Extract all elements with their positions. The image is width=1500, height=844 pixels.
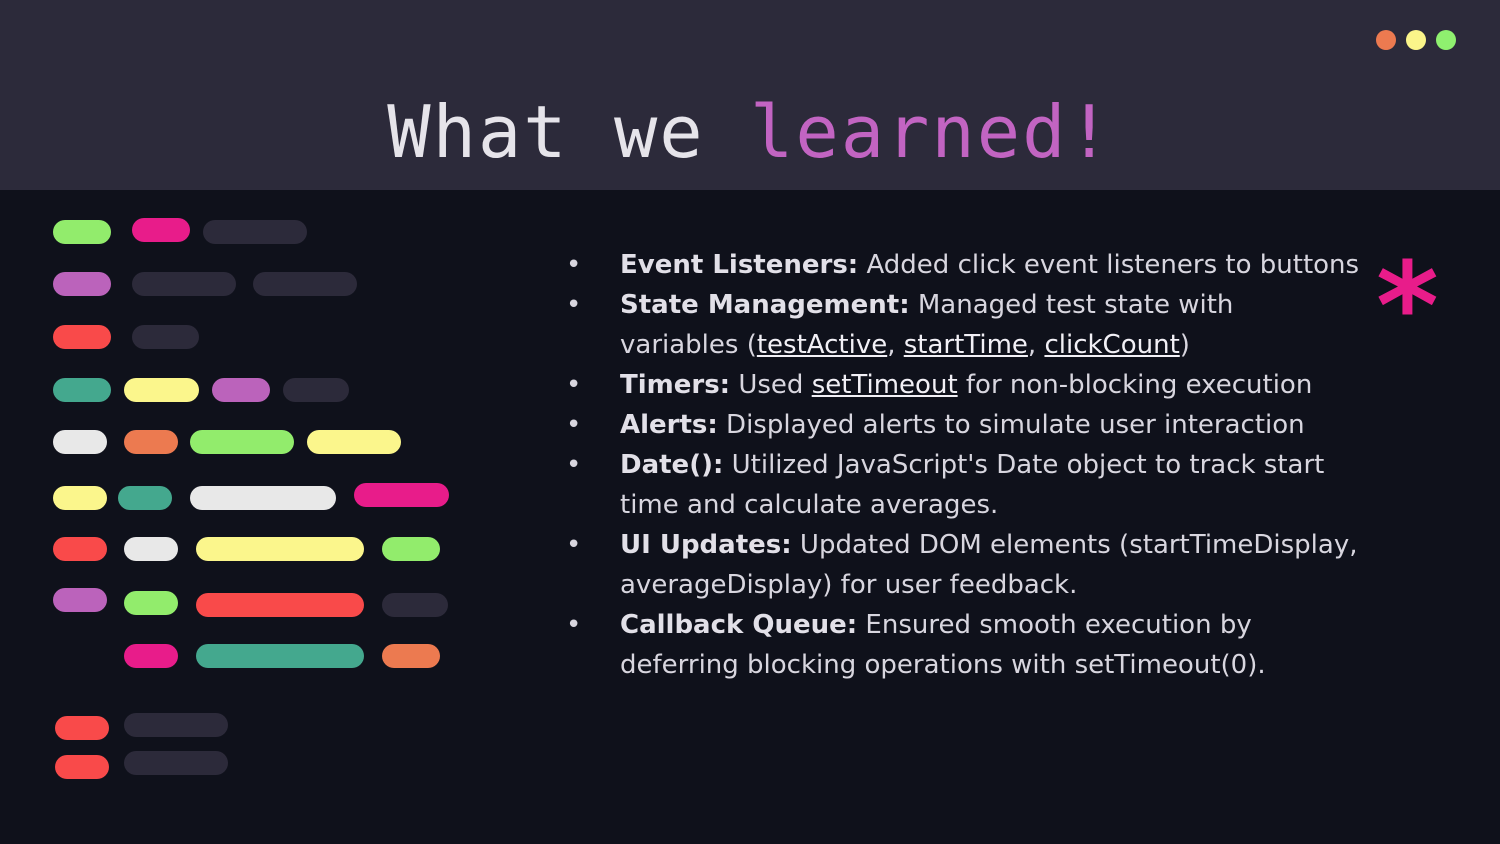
- item-tail: for non-blocking execution: [957, 370, 1313, 400]
- code-line-pill: [124, 751, 228, 775]
- list-item: • UI Updates: Updated DOM elements (start…: [560, 525, 1360, 605]
- code-line-pill: [190, 430, 294, 454]
- code-line-pill: [53, 537, 107, 561]
- list-item: • Alerts: Displayed alerts to simulate us…: [560, 405, 1360, 445]
- item-tail: ): [1179, 330, 1190, 360]
- code-line-pill: [212, 378, 270, 402]
- item-heading: Callback Queue:: [620, 610, 858, 640]
- code-line-pill: [132, 272, 236, 296]
- list-item: • Timers: Used setTimeout for non-blockin…: [560, 365, 1360, 405]
- list-item: • Date(): Utilized JavaScript's Date obje…: [560, 445, 1360, 525]
- var-startTime: startTime: [903, 330, 1028, 360]
- code-line-pill: [53, 430, 107, 454]
- code-line-pill: [124, 644, 178, 668]
- item-text: Added click event listeners to buttons: [858, 250, 1360, 280]
- code-line-pill: [124, 378, 199, 402]
- bullet-list: • Event Listeners: Added click event list…: [560, 245, 1360, 685]
- code-line-pill: [354, 483, 449, 507]
- code-line-pill: [196, 537, 364, 561]
- green-dot-icon: [1436, 30, 1456, 50]
- bullet-icon: •: [566, 250, 582, 280]
- header-bar: What we learned!: [0, 0, 1500, 190]
- bullet-icon: •: [566, 410, 582, 440]
- code-line-pill: [53, 325, 111, 349]
- code-line-pill: [382, 537, 440, 561]
- code-line-pill: [283, 378, 349, 402]
- list-item: • Callback Queue: Ensured smooth executio…: [560, 605, 1360, 685]
- item-heading: Date():: [620, 450, 724, 480]
- item-heading: Event Listeners:: [620, 250, 859, 280]
- code-line-pill: [124, 713, 228, 737]
- bullet-icon: •: [566, 290, 582, 320]
- title-part-1: What we: [387, 90, 750, 174]
- code-line-pill: [196, 593, 364, 617]
- code-line-pill: [307, 430, 401, 454]
- title-accent: learned!: [750, 90, 1113, 174]
- code-line-pill: [53, 378, 111, 402]
- code-line-pill: [382, 644, 440, 668]
- slide-title: What we learned!: [0, 88, 1500, 176]
- bullet-icon: •: [566, 450, 582, 480]
- item-heading: UI Updates:: [620, 530, 792, 560]
- code-line-pill: [132, 218, 190, 242]
- list-item: • State Management: Managed test state wi…: [560, 285, 1360, 365]
- code-line-pill: [55, 716, 109, 740]
- code-line-pill: [253, 272, 357, 296]
- item-heading: State Management:: [620, 290, 910, 320]
- item-text: Used: [730, 370, 812, 400]
- code-line-pill: [124, 430, 178, 454]
- code-line-pill: [53, 220, 111, 244]
- code-line-pill: [53, 272, 111, 296]
- code-lines-decoration: [0, 190, 520, 844]
- code-line-pill: [196, 644, 364, 668]
- bullet-icon: •: [566, 370, 582, 400]
- yellow-dot-icon: [1406, 30, 1426, 50]
- asterisk-icon: *: [1376, 238, 1439, 377]
- var-testActive: testActive: [756, 330, 888, 360]
- list-item: • Event Listeners: Added click event list…: [560, 245, 1360, 285]
- code-line-pill: [124, 591, 178, 615]
- settimeout-link: setTimeout: [811, 370, 958, 400]
- code-line-pill: [132, 325, 199, 349]
- bullet-icon: •: [566, 530, 582, 560]
- code-line-pill: [190, 486, 336, 510]
- window-controls: [1376, 30, 1456, 50]
- code-line-pill: [55, 755, 109, 779]
- code-line-pill: [124, 537, 178, 561]
- item-heading: Timers:: [620, 370, 731, 400]
- var-clickCount: clickCount: [1044, 330, 1180, 360]
- code-line-pill: [53, 588, 107, 612]
- code-line-pill: [382, 593, 448, 617]
- item-text: Utilized JavaScript's Date object to tra…: [620, 450, 1325, 520]
- code-line-pill: [53, 486, 107, 510]
- orange-dot-icon: [1376, 30, 1396, 50]
- bullet-icon: •: [566, 610, 582, 640]
- item-text: Displayed alerts to simulate user intera…: [717, 410, 1305, 440]
- code-line-pill: [203, 220, 307, 244]
- item-heading: Alerts:: [620, 410, 718, 440]
- code-line-pill: [118, 486, 172, 510]
